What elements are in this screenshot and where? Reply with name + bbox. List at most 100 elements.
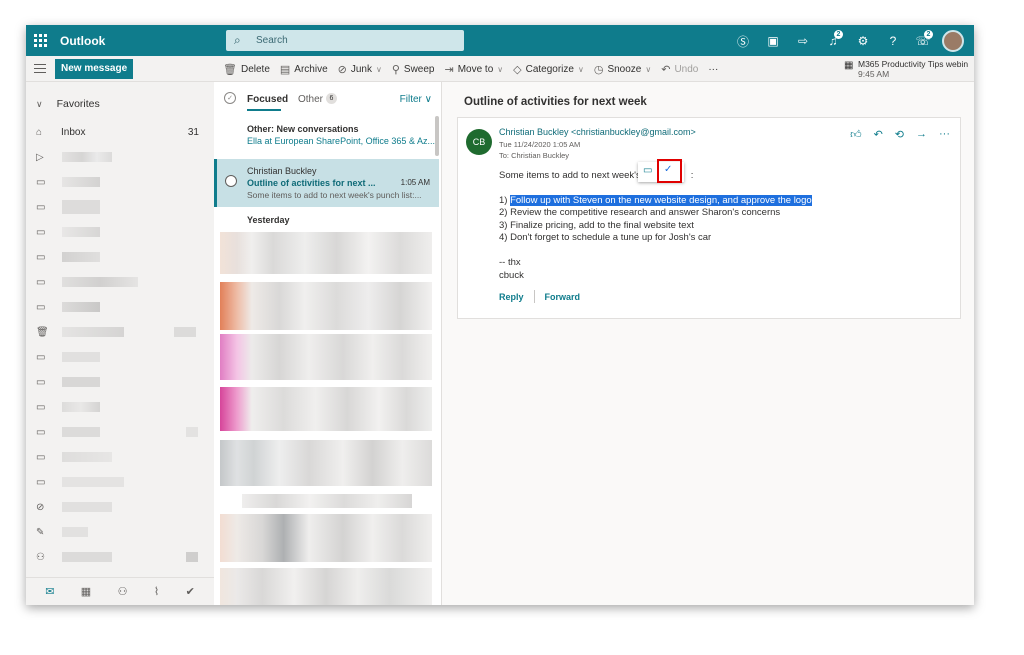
chevron-down-icon: ∨: [375, 64, 382, 74]
people-icon[interactable]: ⚇: [118, 585, 128, 598]
sidebar-item-folder[interactable]: ▭: [26, 471, 214, 493]
reminder-time: 9:45 AM: [858, 69, 890, 79]
sidebar-item-folder[interactable]: ▭: [26, 196, 214, 218]
block-icon: ⊘: [36, 501, 45, 513]
archive-button[interactable]: ▤ Archive: [275, 63, 333, 76]
avatar: [942, 30, 964, 52]
notifications-icon[interactable]: ♫ 2: [818, 29, 848, 53]
comment-icon[interactable]: ▭: [643, 165, 652, 176]
sidebar-item-folder[interactable]: ▭: [26, 271, 214, 293]
forward-button[interactable]: Forward: [545, 292, 581, 302]
blurred-folder-name: [62, 377, 100, 387]
more-actions-button[interactable]: ···: [703, 64, 723, 75]
outlook-window: Outlook ⌕ Search Ⓢ ▣ ⇨ ♫ 2 ⚙ ? ☏ 2 New mes…: [26, 25, 974, 605]
todo-check-icon[interactable]: ✔: [186, 585, 195, 598]
message-list: ✓ Focused Other 6 Filter ∨ Other: New co…: [214, 82, 442, 605]
tab-focused[interactable]: Focused: [247, 94, 288, 105]
filter-button[interactable]: Filter ∨: [400, 94, 432, 105]
account-avatar[interactable]: [938, 29, 968, 53]
list-item-selected[interactable]: Christian Buckley Outline of activities …: [214, 159, 439, 207]
sidebar-item-folder[interactable]: ▭: [26, 421, 214, 443]
filter-label: Filter: [399, 94, 422, 105]
sidebar-item-inbox[interactable]: ⌂ Inbox 31: [26, 121, 214, 143]
todo-icon[interactable]: ⇨: [788, 29, 818, 53]
delete-button[interactable]: 🗑 Delete: [218, 63, 275, 76]
select-radio[interactable]: [225, 175, 237, 187]
skype-icon[interactable]: Ⓢ: [728, 29, 758, 53]
sidebar-item-folder[interactable]: ▭: [26, 446, 214, 468]
app-launcher-icon[interactable]: [32, 32, 48, 48]
office-icon[interactable]: ▣: [758, 29, 788, 53]
reminder-notification[interactable]: ▦ M365 Productivity Tips webin 9:45 AM: [844, 58, 972, 80]
reply-bar: Reply Forward: [499, 290, 580, 303]
list-item[interactable]: [220, 282, 432, 330]
command-bar: New message 🗑 Delete ▤ Archive ⊘ Junk ∨ ⚲ Swe…: [26, 56, 974, 82]
list-item[interactable]: [242, 494, 412, 508]
list-item[interactable]: [220, 440, 432, 486]
folder-icon: ▭: [36, 201, 46, 213]
sidebar-item-deleted[interactable]: 🗑: [26, 321, 214, 343]
like-icon[interactable]: 👍︎: [850, 128, 862, 141]
tag-icon: ◇: [513, 63, 522, 76]
mail-icon[interactable]: ✉: [45, 585, 54, 598]
blurred-folder-name: [62, 177, 100, 187]
intro-text: Some items to add to next week's: [499, 170, 641, 181]
sidebar-item-folder[interactable]: ▭: [26, 171, 214, 193]
more-icon[interactable]: ···: [939, 128, 950, 141]
sidebar-item-drafts[interactable]: ✎: [26, 521, 214, 543]
other-conversations-item[interactable]: Other: New conversations Ella at Europea…: [214, 118, 440, 154]
blurred-folder-name: [62, 327, 124, 337]
list-item[interactable]: [220, 232, 432, 274]
new-message-button[interactable]: New message: [55, 59, 134, 79]
favorites-label: Favorites: [56, 98, 100, 110]
feedback-icon[interactable]: ☏ 2: [908, 29, 938, 53]
add-task-icon[interactable]: ✓: [664, 164, 672, 175]
search-input[interactable]: ⌕ Search: [226, 30, 464, 51]
move-to-button[interactable]: ⇥ Move to ∨: [439, 63, 508, 76]
sidebar-item-folder[interactable]: ⚇: [26, 546, 214, 568]
list-item[interactable]: [220, 514, 432, 562]
reply-button[interactable]: Reply: [499, 292, 524, 302]
highlighted-selection[interactable]: Follow up with Steven on the new website…: [510, 194, 812, 206]
sidebar-item-sent[interactable]: ▷: [26, 146, 214, 168]
app-name[interactable]: Outlook: [60, 34, 105, 48]
snooze-button[interactable]: ◷ Snooze ∨: [589, 63, 656, 76]
sidebar-item-folder[interactable]: ▭: [26, 296, 214, 318]
group-header-yesterday: Yesterday: [247, 215, 290, 225]
sidebar-item-folder[interactable]: ▭: [26, 246, 214, 268]
attachment-icon[interactable]: ⌇: [154, 585, 159, 598]
chevron-down-icon: ∨: [645, 64, 652, 74]
settings-icon[interactable]: ⚙: [848, 29, 878, 53]
folder-icon: ▭: [36, 351, 46, 363]
sidebar-item-junk[interactable]: ⊘: [26, 496, 214, 518]
undo-label: Undo: [674, 63, 699, 75]
command-actions: 🗑 Delete ▤ Archive ⊘ Junk ∨ ⚲ Sweep ⇥ Move to ∨…: [218, 56, 723, 82]
blurred-folder-name: [62, 227, 100, 237]
tab-other[interactable]: Other: [298, 94, 323, 105]
reply-all-icon[interactable]: ⟲: [895, 128, 904, 141]
forward-icon[interactable]: →: [916, 128, 927, 141]
calendar-icon[interactable]: ▦: [81, 585, 91, 598]
sidebar-item-folder[interactable]: ▭: [26, 221, 214, 243]
folder-icon: ▭: [36, 176, 46, 188]
favorites-header[interactable]: ∨ Favorites: [36, 98, 100, 110]
junk-button[interactable]: ⊘ Junk ∨: [333, 63, 387, 76]
categorize-button[interactable]: ◇ Categorize ∨: [508, 63, 589, 76]
select-all-icon[interactable]: ✓: [224, 92, 236, 104]
avatar[interactable]: CB: [466, 129, 492, 155]
sidebar-item-folder[interactable]: ▭: [26, 346, 214, 368]
folder-icon: ▭: [36, 276, 46, 288]
undo-button[interactable]: ↶ Undo: [656, 63, 703, 76]
email-from[interactable]: Christian Buckley <christianbuckley@gmai…: [499, 127, 696, 137]
list-item[interactable]: [220, 387, 432, 431]
list-item[interactable]: [220, 334, 432, 380]
hamburger-icon[interactable]: [34, 64, 46, 73]
list-item[interactable]: [220, 568, 432, 605]
sidebar-item-folder[interactable]: ▭: [26, 371, 214, 393]
sweep-button[interactable]: ⚲ Sweep: [387, 63, 440, 76]
sidebar-item-folder[interactable]: ▭: [26, 396, 214, 418]
other-count-badge: 6: [326, 93, 337, 104]
reply-icon[interactable]: ↶: [874, 128, 883, 141]
help-icon[interactable]: ?: [878, 29, 908, 53]
